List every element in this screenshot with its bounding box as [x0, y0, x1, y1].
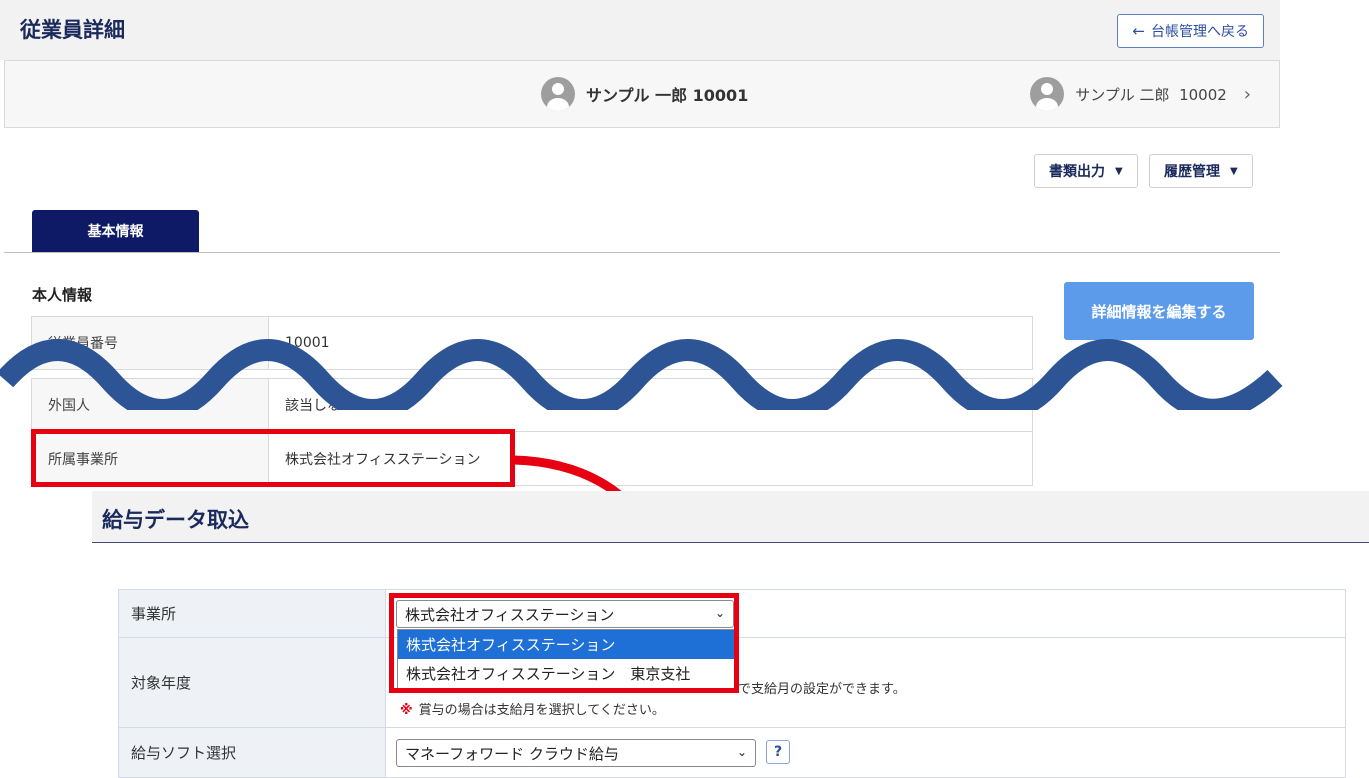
- back-to-ledger-label: 台帳管理へ戻る: [1151, 24, 1249, 40]
- software-select[interactable]: マネーフォワード クラウド給与 ⌄: [396, 739, 756, 767]
- next-employee-link[interactable]: サンプル 二郎 10002 ›: [1030, 77, 1251, 111]
- note-payment-month: で支給月の設定ができます。: [738, 682, 906, 697]
- chevron-right-icon: ›: [1243, 83, 1251, 105]
- chevron-down-icon: ⌄: [736, 745, 747, 759]
- software-value: マネーフォワード クラウド給与 ⌄ ?: [386, 728, 1345, 777]
- row-label: 所属事業所: [32, 432, 269, 485]
- note-bonus-text: 賞与の場合は支給月を選択してください。: [418, 703, 665, 718]
- caret-down-icon: ▼: [1115, 165, 1123, 177]
- tab-basic-info[interactable]: 基本情報: [32, 210, 199, 252]
- help-button[interactable]: ?: [766, 740, 790, 764]
- history-management-label: 履歴管理: [1164, 164, 1220, 180]
- wave-break-icon: [0, 339, 1283, 410]
- office-option[interactable]: 株式会社オフィスステーション 東京支社: [398, 659, 734, 688]
- history-management-button[interactable]: 履歴管理 ▼: [1149, 154, 1253, 188]
- tab-divider: [4, 252, 1280, 253]
- next-employee-name: サンプル 二郎 10002: [1075, 85, 1227, 104]
- avatar-icon: [1030, 77, 1065, 111]
- office-select[interactable]: 株式会社オフィスステーション ⌄: [396, 600, 734, 628]
- office-dropdown-list: 株式会社オフィスステーション 株式会社オフィスステーション 東京支社: [397, 629, 735, 689]
- page-header: 従業員詳細 ← 台帳管理へ戻る: [0, 0, 1280, 60]
- current-employee: サンプル 一郎 10001: [541, 77, 748, 111]
- note-bonus: ※ 賞与の場合は支給月を選択してください。: [400, 699, 665, 718]
- document-output-button[interactable]: 書類出力 ▼: [1034, 154, 1138, 188]
- import-header: 給与データ取込: [92, 491, 1369, 543]
- arrow-left-icon: ←: [1132, 22, 1145, 40]
- office-option[interactable]: 株式会社オフィスステーション: [398, 630, 734, 659]
- page-title: 従業員詳細: [20, 18, 125, 42]
- office-label: 事業所: [119, 590, 386, 637]
- software-label: 給与ソフト選択: [119, 728, 386, 777]
- import-title: 給与データ取込: [102, 508, 249, 532]
- chevron-down-icon: ⌄: [714, 606, 725, 620]
- note-mark: ※: [400, 703, 413, 718]
- employee-navigation-bar: サンプル 一郎 10001 サンプル 二郎 10002 ›: [4, 60, 1280, 128]
- document-output-label: 書類出力: [1049, 164, 1105, 180]
- back-to-ledger-button[interactable]: ← 台帳管理へ戻る: [1117, 14, 1264, 48]
- office-selected-value: 株式会社オフィスステーション: [405, 605, 615, 624]
- avatar-icon: [541, 77, 575, 111]
- current-employee-name: サンプル 一郎 10001: [586, 86, 749, 105]
- payroll-import-panel: 給与データ取込 事業所 株式会社オフィスステーション ⌄ 対象年度 で支給月の設…: [92, 491, 1369, 778]
- target-year-label: 対象年度: [119, 638, 386, 727]
- software-selected-value: マネーフォワード クラウド給与: [405, 744, 619, 763]
- caret-down-icon: ▼: [1230, 165, 1238, 177]
- section-title-personal: 本人情報: [32, 286, 93, 304]
- form-row-software: 給与ソフト選択 マネーフォワード クラウド給与 ⌄ ?: [118, 728, 1346, 778]
